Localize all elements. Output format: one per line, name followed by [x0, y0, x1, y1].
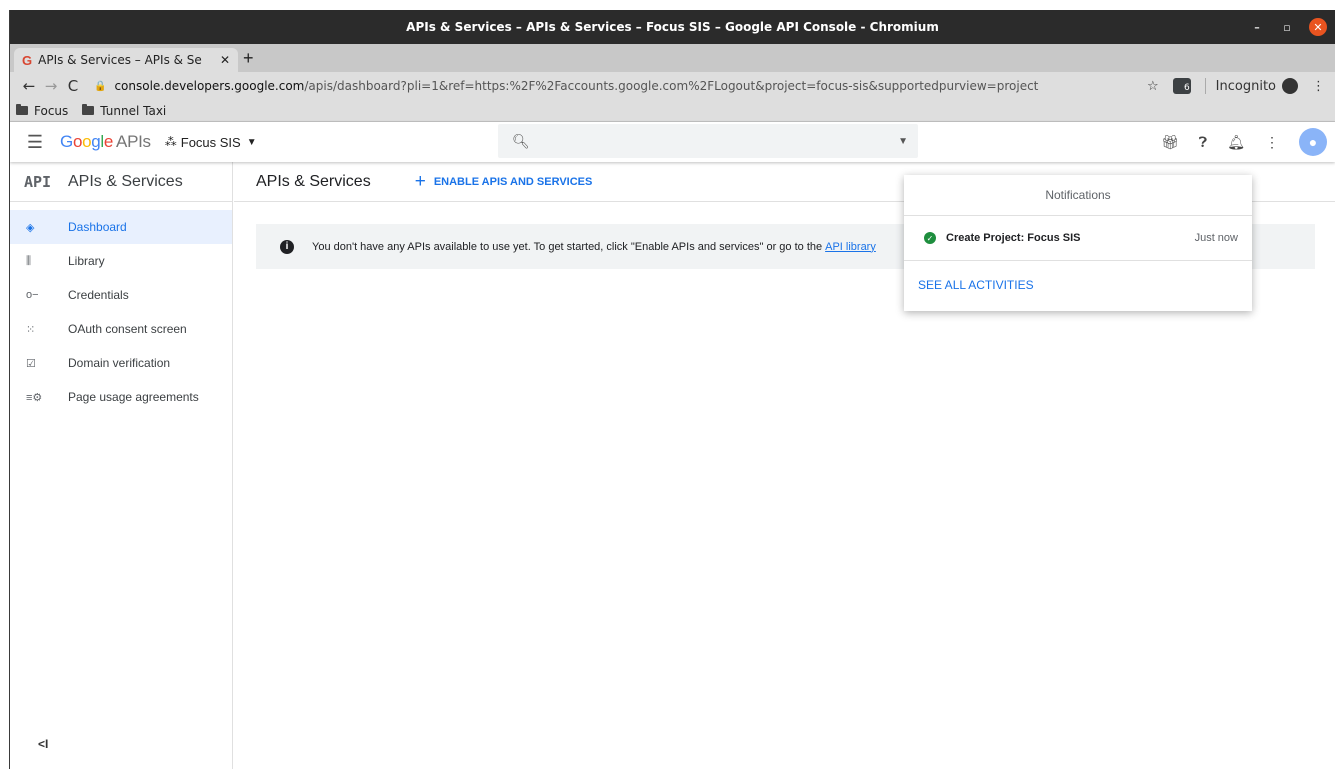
key-icon: o− [26, 289, 39, 301]
gift-icon[interactable]: 🎁︎ [1161, 134, 1179, 151]
close-window-button[interactable]: ✕ [1309, 18, 1327, 36]
settings-list-icon: ≡⚙ [26, 391, 43, 404]
sidebar-item-dashboard[interactable]: ◈ Dashboard [10, 210, 232, 244]
api-icon: API [24, 172, 52, 191]
avatar[interactable]: ● [1299, 128, 1327, 156]
sidebar-item-domain-verification[interactable]: ☑ Domain verification [10, 346, 232, 380]
sidebar-item-label: Library [68, 254, 105, 268]
folder-icon [16, 104, 28, 115]
folder-icon [82, 104, 95, 115]
checkbox-icon: ☑ [26, 357, 36, 370]
info-text: You don't have any APIs available to use… [312, 240, 823, 253]
project-name: Focus SIS [180, 134, 241, 150]
sidebar-item-label: Page usage agreements [68, 390, 199, 404]
sidebar-item-label: Dashboard [68, 220, 127, 234]
notification-time: Just now [1194, 232, 1238, 244]
sidebar: API APIs & Services ◈ Dashboard ⫼ Librar… [10, 162, 233, 769]
info-icon: i [280, 239, 294, 254]
project-selector[interactable]: ⁂ Focus SIS ▼ [165, 135, 257, 150]
address-bar[interactable]: 🔒 console.developers.google.com/apis/das… [94, 79, 1094, 93]
bookmark-label: Focus [34, 103, 69, 118]
api-library-link[interactable]: API library [825, 241, 876, 253]
search-dropdown-icon[interactable]: ▼ [898, 136, 908, 147]
sidebar-item-credentials[interactable]: o− Credentials [10, 278, 232, 312]
window-controls: – ▫ ✕ [1249, 10, 1327, 44]
window-title: APIs & Services – APIs & Services – Focu… [406, 20, 939, 34]
sidebar-item-label: OAuth consent screen [68, 322, 187, 336]
incognito-label: Incognito [1215, 78, 1276, 94]
bookmarks-bar: Focus Tunnel Taxi [10, 100, 1335, 122]
more-options-icon[interactable]: ⋮ [1265, 134, 1279, 151]
sidebar-item-label: Credentials [68, 288, 129, 302]
bookmark-star-icon[interactable]: ☆ [1147, 79, 1159, 94]
enable-apis-button[interactable]: + ENABLE APIS AND SERVICES [415, 171, 593, 193]
navigation-bar: ← → C 🔒 console.developers.google.com/ap… [10, 72, 1335, 100]
enable-apis-label: ENABLE APIS AND SERVICES [433, 175, 593, 188]
maximize-button[interactable]: ▫ [1279, 21, 1295, 34]
help-icon[interactable]: ❓︎ [1199, 134, 1207, 151]
collapse-sidebar-button[interactable]: <I [38, 737, 48, 751]
window-titlebar: APIs & Services – APIs & Services – Focu… [10, 10, 1335, 44]
back-button[interactable]: ← [18, 77, 40, 95]
check-circle-icon: ✓ [924, 232, 936, 244]
google-apis-logo[interactable]: Google APIs [60, 132, 151, 152]
search-input[interactable]: 🔍︎ ▼ [498, 124, 918, 158]
see-all-activities-link[interactable]: SEE ALL ACTIVITIES [904, 261, 1252, 309]
sidebar-item-label: Domain verification [68, 356, 171, 370]
url-path: /apis/dashboard?pli=1&ref=https:%2F%2Fac… [304, 79, 1039, 93]
notifications-title: Notifications [904, 175, 1252, 216]
oauth-icon: ⁙ [26, 323, 36, 336]
browser-tab[interactable]: G APIs & Services – APIs & Se ✕ [14, 48, 238, 72]
header-actions: 🎁︎ ❓︎ 🔔︎ ⋮ ● [1161, 122, 1327, 162]
forward-button[interactable]: → [40, 77, 62, 95]
page-title: APIs & Services [256, 172, 371, 190]
sidebar-item-oauth-consent-screen[interactable]: ⁙ OAuth consent screen [10, 312, 232, 346]
extension-badge: 6 [1183, 83, 1190, 93]
sidebar-item-page-usage-agreements[interactable]: ≡⚙ Page usage agreements [10, 380, 232, 414]
tab-close-icon[interactable]: ✕ [220, 53, 230, 67]
incognito-icon [1282, 78, 1298, 94]
notifications-panel: Notifications ✓ Create Project: Focus SI… [904, 175, 1252, 311]
google-logo-text: Google [60, 132, 114, 151]
bookmark-folder-focus[interactable]: Focus [16, 104, 68, 118]
library-icon: ⫼ [26, 254, 32, 267]
bookmark-folder-tunnel-taxi[interactable]: Tunnel Taxi [82, 104, 166, 118]
sidebar-title: APIs & Services [68, 172, 183, 190]
sidebar-nav: ◈ Dashboard ⫼ Library o− Credentials ⁙ O… [10, 210, 232, 414]
project-icon: ⁂ [164, 135, 177, 149]
google-favicon-icon: G [22, 52, 33, 68]
incognito-indicator[interactable]: Incognito [1204, 78, 1298, 94]
plus-icon: + [414, 170, 426, 192]
chevron-down-icon: ▼ [246, 136, 257, 148]
url-host: console.developers.google.com [114, 79, 305, 93]
extension-icon[interactable]: 6 [1172, 78, 1191, 94]
browser-window: APIs & Services – APIs & Services – Focu… [9, 10, 1335, 769]
tab-title: APIs & Services – APIs & Se [38, 53, 202, 67]
minimize-button[interactable]: – [1249, 21, 1265, 34]
toolbar-right: ☆ 6 Incognito ⋮ [1147, 72, 1325, 100]
new-tab-button[interactable]: + [243, 48, 254, 69]
sidebar-header: API APIs & Services [10, 162, 232, 202]
console-header: ☰ Google APIs ⁂ Focus SIS ▼ 🔍︎ ▼ 🎁︎ ❓︎ 🔔︎… [10, 122, 1335, 162]
reload-button[interactable]: C [62, 77, 84, 95]
lock-icon: 🔒 [94, 80, 107, 92]
apis-logo-text: APIs [116, 132, 151, 151]
bookmark-label: Tunnel Taxi [100, 103, 167, 118]
browser-menu-icon[interactable]: ⋮ [1312, 79, 1325, 94]
sidebar-item-library[interactable]: ⫼ Library [10, 244, 232, 278]
dashboard-icon: ◈ [26, 221, 35, 234]
tab-strip: G APIs & Services – APIs & Se ✕ + [10, 44, 1335, 72]
notification-item[interactable]: ✓ Create Project: Focus SIS Just now [904, 216, 1252, 261]
notifications-bell-icon[interactable]: 🔔︎ [1227, 134, 1245, 151]
search-icon: 🔍︎ [512, 132, 530, 149]
menu-hamburger-icon[interactable]: ☰ [10, 132, 60, 153]
notification-text: Create Project: Focus SIS [946, 232, 1081, 244]
